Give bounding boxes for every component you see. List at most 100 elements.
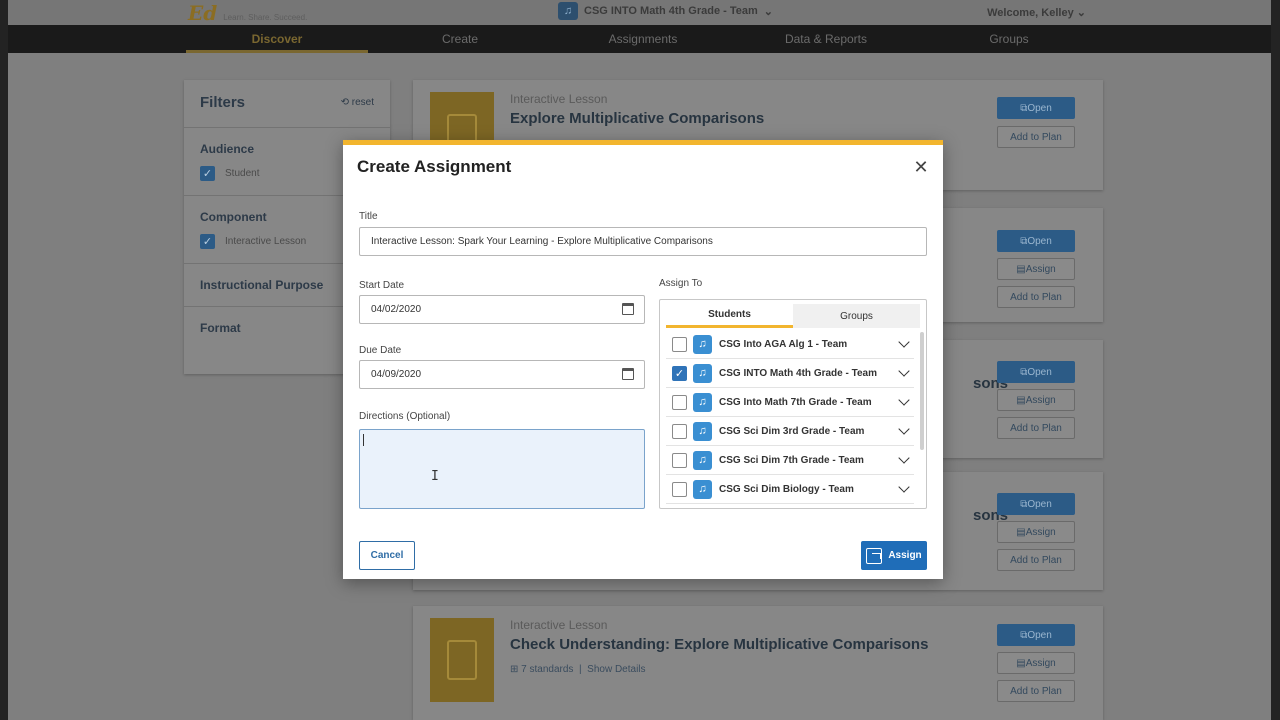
chevron-down-icon[interactable]	[898, 365, 910, 377]
class-row[interactable]: ♫ CSG Into Math 7th Grade - Team	[666, 388, 914, 417]
standards-count: 7 standards	[521, 664, 574, 675]
chevron-down-icon: ⌄	[1076, 7, 1086, 19]
title-field-value: Interactive Lesson: Spark Your Learning …	[371, 236, 713, 247]
text-cursor-icon: I	[431, 469, 439, 484]
filter-option-label: Student	[225, 168, 260, 179]
filters-title: Filters	[200, 94, 246, 111]
top-bar: Ed Learn. Share. Succeed. ♫ CSG INTO Mat…	[8, 0, 1271, 25]
chevron-down-icon[interactable]	[898, 336, 910, 348]
assign-button[interactable]: ▤ Assign	[997, 652, 1075, 674]
assign-label: Assign	[1025, 526, 1056, 538]
list-scrollbar[interactable]	[920, 332, 924, 450]
nav-create[interactable]: Create	[408, 25, 512, 53]
nav-discover[interactable]: Discover	[186, 25, 368, 53]
lesson-thumbnail	[430, 618, 494, 702]
calendar-icon[interactable]	[622, 303, 634, 315]
start-date-value: 04/02/2020	[371, 304, 422, 315]
class-name: CSG INTO Math 4th Grade - Team	[719, 367, 877, 379]
resource-title[interactable]: Check Understanding: Explore Multiplicat…	[510, 636, 928, 653]
class-icon: ♫	[693, 334, 712, 354]
checkbox-checked-icon[interactable]: ✓	[200, 166, 215, 181]
tab-students[interactable]: Students	[666, 304, 793, 328]
open-label: Open	[1027, 235, 1052, 247]
class-checkbox[interactable]	[672, 336, 687, 352]
reset-label: reset	[351, 97, 374, 108]
open-button[interactable]: ⧉ Open	[997, 97, 1075, 119]
close-icon[interactable]: ✕	[913, 158, 929, 176]
open-label: Open	[1027, 366, 1052, 378]
add-to-plan-button[interactable]: Add to Plan	[997, 286, 1075, 308]
text-caret	[363, 434, 364, 446]
chevron-down-icon[interactable]	[898, 481, 910, 493]
main-nav: Discover Create Assignments Data & Repor…	[8, 25, 1271, 53]
class-row[interactable]: ✓ ♫ CSG INTO Math 4th Grade - Team	[666, 359, 914, 388]
open-button[interactable]: ⧉ Open	[997, 624, 1075, 646]
add-to-plan-button[interactable]: Add to Plan	[997, 680, 1075, 702]
open-label: Open	[1027, 629, 1052, 641]
checkbox-checked-icon[interactable]: ✓	[200, 234, 215, 249]
chevron-down-icon: ⌄	[763, 5, 774, 18]
due-date-field[interactable]: 04/09/2020	[359, 360, 645, 389]
chevron-down-icon[interactable]	[898, 394, 910, 406]
class-checkbox[interactable]: ✓	[672, 365, 687, 381]
class-icon: ♫	[693, 421, 712, 441]
class-checkbox[interactable]	[672, 423, 687, 439]
class-name: CSG Sci Dim 7th Grade - Team	[719, 454, 864, 466]
open-label: Open	[1027, 102, 1052, 114]
class-selector[interactable]: ♫ CSG INTO Math 4th Grade - Team ⌄	[558, 2, 773, 20]
add-to-plan-button[interactable]: Add to Plan	[997, 126, 1075, 148]
reset-link[interactable]: ⟲ reset	[341, 97, 374, 108]
title-label: Title	[359, 211, 378, 222]
class-checkbox[interactable]	[672, 481, 687, 497]
add-to-plan-button[interactable]: Add to Plan	[997, 549, 1075, 571]
class-checkbox[interactable]	[672, 394, 687, 410]
cancel-button[interactable]: Cancel	[359, 541, 415, 570]
class-name: CSG Sci Dim 3rd Grade - Team	[719, 425, 865, 437]
filter-option-label: Interactive Lesson	[225, 236, 307, 247]
class-icon: ♫	[693, 450, 712, 470]
class-name: CSG Into Math 7th Grade - Team	[719, 396, 872, 408]
class-icon: ♫	[693, 363, 712, 383]
class-row[interactable]: ♫ CSG Sci Dim 3rd Grade - Team	[666, 417, 914, 446]
open-button[interactable]: ⧉ Open	[997, 361, 1075, 383]
class-row[interactable]: ♫ CSG Into AGA Alg 1 - Team	[666, 330, 914, 359]
open-button[interactable]: ⧉ Open	[997, 230, 1075, 252]
open-button[interactable]: ⧉ Open	[997, 493, 1075, 515]
logo-tagline: Learn. Share. Succeed.	[223, 13, 308, 22]
logo: Ed Learn. Share. Succeed.	[188, 0, 307, 25]
open-label: Open	[1027, 498, 1052, 510]
nav-assignments[interactable]: Assignments	[578, 25, 708, 53]
assign-button[interactable]: ▤ Assign	[997, 258, 1075, 280]
title-field[interactable]: Interactive Lesson: Spark Your Learning …	[359, 227, 927, 256]
assign-button[interactable]: ▤ Assign	[997, 521, 1075, 543]
directions-textarea[interactable]	[359, 429, 645, 509]
directions-label: Directions (Optional)	[359, 411, 451, 422]
class-checkbox[interactable]	[672, 452, 687, 468]
chevron-down-icon[interactable]	[898, 423, 910, 435]
class-list: ♫ CSG Into AGA Alg 1 - Team ✓ ♫ CSG INTO…	[666, 330, 914, 504]
show-details-link[interactable]: Show Details	[587, 664, 645, 675]
class-row[interactable]: ♫ CSG Sci Dim 7th Grade - Team	[666, 446, 914, 475]
assign-button[interactable]: ▤ Assign	[997, 389, 1075, 411]
nav-data-reports[interactable]: Data & Reports	[768, 25, 884, 53]
welcome-menu[interactable]: Welcome, Kelley ⌄	[987, 6, 1086, 19]
assign-to-label: Assign To	[659, 278, 703, 289]
assign-to-panel: Students Groups ♫ CSG Into AGA Alg 1 - T…	[659, 299, 927, 509]
tab-groups[interactable]: Groups	[793, 304, 920, 328]
due-date-label: Due Date	[359, 345, 402, 356]
create-assignment-dialog: Create Assignment ✕ Title Interactive Le…	[343, 140, 943, 579]
logo-mark: Ed	[188, 0, 218, 25]
class-selector-label: CSG INTO Math 4th Grade - Team	[584, 5, 758, 17]
class-icon: ♫	[558, 2, 578, 20]
calendar-icon[interactable]	[622, 368, 634, 380]
start-date-field[interactable]: 04/02/2020	[359, 295, 645, 324]
start-date-label: Start Date	[359, 280, 405, 291]
class-icon: ♫	[693, 392, 712, 412]
add-to-plan-button[interactable]: Add to Plan	[997, 417, 1075, 439]
assign-button[interactable]: Assign	[861, 541, 927, 570]
nav-groups[interactable]: Groups	[958, 25, 1060, 53]
assign-label: Assign	[1025, 657, 1056, 669]
chevron-down-icon[interactable]	[898, 452, 910, 464]
resource-title[interactable]: Explore Multiplicative Comparisons	[510, 110, 764, 127]
class-row[interactable]: ♫ CSG Sci Dim Biology - Team	[666, 475, 914, 504]
